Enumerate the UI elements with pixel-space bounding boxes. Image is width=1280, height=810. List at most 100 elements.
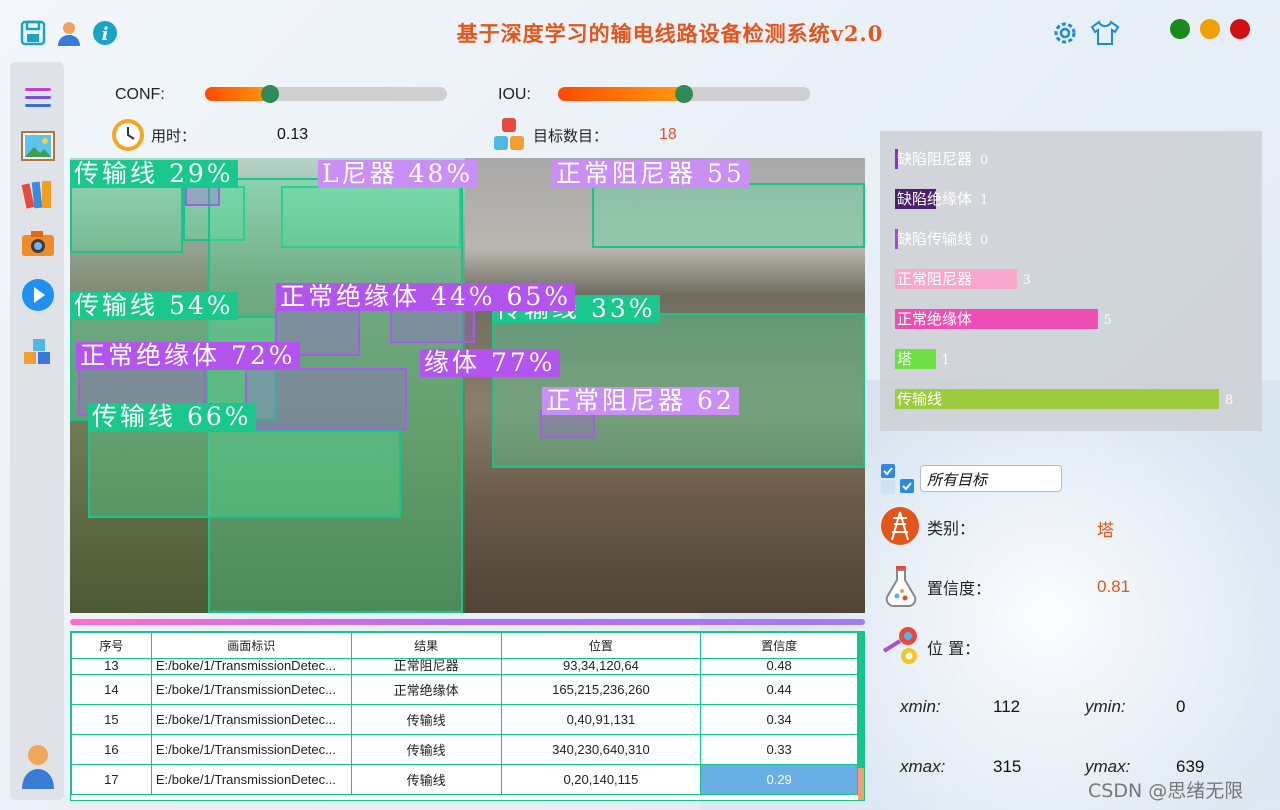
cell: 正常阻尼器 [350,658,502,675]
detection-image: 传输线 29% L尼器 48% 正常阻尼器 55 传输线 33% 传输线 54%… [70,158,865,613]
cell: 165,215,236,260 [500,674,702,705]
skin-icon[interactable] [1090,18,1120,48]
chart-value-label: 3 [1022,273,1031,288]
chart-category-label: 传输线 [897,390,943,408]
header-position[interactable]: 位置 [500,632,702,659]
cell: 0,20,140,115 [500,764,702,795]
model-icon[interactable] [20,334,56,370]
app-title: 基于深度学习的输电线路设备检测系统v2.0 [456,21,884,46]
header-confidence[interactable]: 置信度 [700,632,858,659]
detection-box [390,308,475,343]
cell-selected: 0.29 [700,764,858,795]
chart-value-label: 0 [980,153,989,168]
checkbox-icon[interactable] [880,463,916,499]
table-row[interactable]: 16 E:/boke/1/TransmissionDetec... 传输线 34… [71,734,858,765]
cell: E:/boke/1/TransmissionDetec... [150,658,352,675]
progress-bar [70,619,865,625]
chart-value-label: 8 [1225,393,1234,408]
xmin-label: xmin: [900,697,941,716]
iou-label: IOU: [498,86,531,103]
maximize-button[interactable] [1200,19,1220,39]
cell: E:/boke/1/TransmissionDetec... [150,674,352,705]
table-row[interactable]: 14 E:/boke/1/TransmissionDetec... 正常绝缘体 … [71,674,858,705]
image-icon[interactable] [20,128,56,164]
camera-icon[interactable] [20,225,56,261]
flask-icon [884,565,918,611]
chart-category-label: 缺陷传输线 [897,230,973,248]
table-scrollbar-thumb[interactable] [858,768,864,800]
cell: 传输线 [350,764,502,795]
detection-label: 正常绝缘体 72% [76,342,300,370]
class-label: 类别： [927,519,976,538]
detection-label: 正常阻尼器 55 [552,160,749,188]
info-icon[interactable]: i [90,18,120,48]
folder-icon[interactable] [20,176,56,212]
header-frame[interactable]: 画面标识 [150,632,352,659]
header-result[interactable]: 结果 [350,632,502,659]
user-icon[interactable] [54,18,84,48]
chart-category-label: 缺陷绝缘体 [897,190,973,208]
cell: E:/boke/1/TransmissionDetec... [150,764,352,795]
chart-category-label: 缺陷阻尼器 [897,150,973,168]
cell: 14 [71,674,152,705]
play-icon[interactable] [20,277,56,313]
results-table[interactable]: 序号 画面标识 结果 位置 置信度 13 E:/boke/1/Transmiss… [70,631,865,801]
chart-value-label: 0 [980,233,989,248]
clock-icon [110,117,146,157]
chart-value-label: 5 [1103,313,1112,328]
iou-slider[interactable] [558,85,810,103]
cell: 0.33 [700,734,858,765]
settings-icon[interactable] [1050,18,1080,48]
detection-label: 正常阻尼器 62 [542,387,739,415]
xmin-value: 112 [993,697,1021,716]
xmax-value: 315 [993,757,1022,776]
cell: 正常绝缘体 [350,674,502,705]
detection-label: 传输线 66% [88,403,256,431]
cell: 13 [71,658,152,675]
conf-slider-handle[interactable] [261,85,280,103]
chart-category-label: 正常阻尼器 [897,270,973,288]
detection-box [185,186,220,206]
close-button[interactable] [1230,19,1250,39]
menu-icon[interactable] [20,80,56,116]
chart-bar [895,389,1219,409]
detection-label: L尼器 48% [318,160,478,188]
detection-label: 缘体 77% [420,349,560,377]
detection-box [88,430,401,518]
cell: 0.34 [700,704,858,735]
tower-icon [880,506,920,550]
cell: 16 [71,734,152,765]
ymin-value: 0 [1176,697,1186,716]
ymax-value: 639 [1176,757,1205,776]
table-row[interactable]: 13 E:/boke/1/TransmissionDetec... 正常阻尼器 … [71,658,858,675]
save-icon[interactable] [18,18,48,48]
table-row-selected[interactable]: 17 E:/boke/1/TransmissionDetec... 传输线 0,… [71,764,858,795]
chart-value-label: 1 [941,353,950,368]
table-row[interactable]: 15 E:/boke/1/TransmissionDetec... 传输线 0,… [71,704,858,735]
iou-slider-handle[interactable] [675,85,693,103]
cell: 15 [71,704,152,735]
iou-slider-fill [558,87,684,101]
header-index[interactable]: 序号 [71,632,152,659]
class-value: 塔 [1097,521,1114,540]
detection-box [592,183,865,248]
cell: E:/boke/1/TransmissionDetec... [150,704,352,735]
count-value: 18 [659,126,677,143]
chart-value-label: 1 [980,193,989,208]
sidebar [10,62,64,800]
conf-label: CONF: [115,86,165,103]
target-filter-select[interactable]: 所有目标 [920,465,1062,492]
count-label: 目标数目： [533,127,609,145]
blocks-icon [492,116,528,158]
account-icon[interactable] [20,742,56,790]
confidence-label: 置信度： [927,579,992,598]
watermark: CSDN @思绪无限 [1088,780,1244,802]
cell: 0,40,91,131 [500,704,702,735]
cell: 340,230,640,310 [500,734,702,765]
detection-box [70,178,183,253]
cell: 0.44 [700,674,858,705]
cell: 传输线 [350,734,502,765]
conf-slider[interactable] [205,85,447,103]
detection-label: 传输线 29% [70,160,238,188]
minimize-button[interactable] [1170,19,1190,39]
